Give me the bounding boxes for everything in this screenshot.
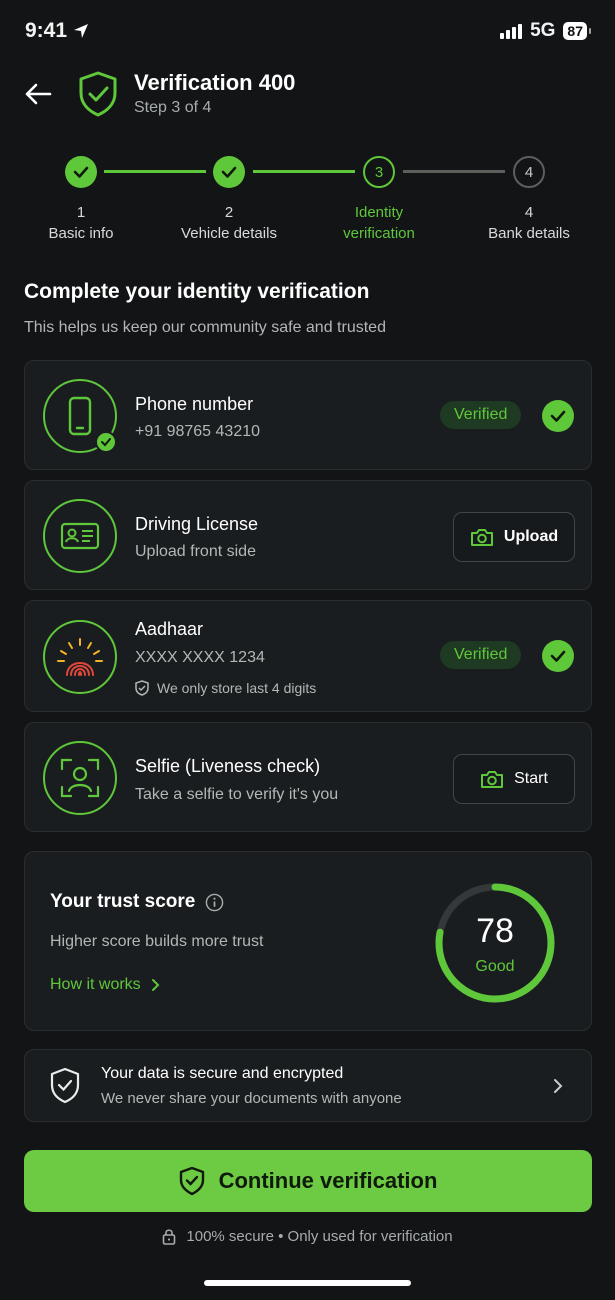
continue-verification-button[interactable]: Continue verification — [24, 1150, 592, 1212]
upload-button-label: Upload — [503, 528, 559, 545]
phone-title: Phone number — [135, 394, 254, 414]
status-time: 9:41 — [25, 19, 89, 43]
license-title: Driving License — [135, 514, 259, 534]
step-1-indicator — [65, 156, 97, 188]
aadhaar-fingerprint-icon — [43, 620, 117, 694]
phone-check-icon — [542, 400, 574, 432]
location-arrow-icon — [74, 24, 89, 38]
trust-score-value: 78 — [476, 912, 514, 950]
start-selfie-button[interactable]: Start — [453, 754, 575, 804]
security-info-row[interactable]: Your data is secure and encrypted We nev… — [24, 1049, 592, 1122]
selfie-verification-card[interactable]: Selfie (Liveness check) Take a selfie to… — [24, 722, 592, 832]
step-4-number: 4 — [524, 204, 534, 221]
license-verification-card[interactable]: Driving License Upload front side Upload — [24, 480, 592, 590]
aadhaar-verified-badge: Verified — [440, 641, 522, 669]
selfie-subtitle: Take a selfie to verify it's you — [135, 786, 339, 803]
arrow-left-icon — [25, 83, 52, 105]
phone-value: +91 98765 43210 — [135, 423, 261, 440]
phone-verified-mini-icon — [95, 431, 117, 453]
home-indicator — [204, 1280, 411, 1286]
trust-score-gauge: 78 Good — [434, 882, 556, 1004]
footer-text: 100% secure • Only used for verification — [186, 1228, 453, 1245]
trust-score-heading: Your trust score — [50, 891, 224, 913]
check-icon — [221, 166, 237, 178]
step-3-text: Identity verification — [343, 204, 415, 242]
status-time-text: 9:41 — [25, 19, 68, 42]
section-subtitle: This helps us keep our community safe an… — [24, 319, 386, 336]
aadhaar-note-text: We only store last 4 digits — [157, 680, 317, 696]
aadhaar-value: XXXX XXXX 1234 — [135, 649, 265, 666]
aadhaar-check-icon — [542, 640, 574, 672]
shield-check-icon — [49, 1067, 81, 1110]
signal-icon — [500, 23, 523, 39]
step-2-indicator — [213, 156, 245, 188]
camera-icon — [470, 529, 493, 546]
selfie-title: Selfie (Liveness check) — [135, 756, 321, 776]
license-subtitle: Upload front side — [135, 543, 256, 560]
back-button[interactable] — [22, 80, 54, 108]
how-it-works-link[interactable]: How it works — [50, 976, 160, 994]
upload-button[interactable]: Upload — [453, 512, 575, 562]
network-label: 5G — [530, 20, 556, 41]
step-4-indicator: 4 — [513, 156, 545, 188]
step-4-text: Bank details — [488, 225, 570, 242]
step-2-number: 2 — [224, 204, 234, 221]
chevron-right-icon — [151, 979, 160, 991]
continue-button-label: Continue verification — [218, 1168, 438, 1193]
info-icon[interactable] — [205, 893, 224, 912]
lock-icon — [163, 1229, 176, 1245]
shield-check-icon — [135, 680, 149, 696]
chevron-right-icon — [553, 1078, 563, 1099]
step-1-label: 1 Basic info — [11, 202, 151, 244]
security-subtitle: We never share your documents with anyon… — [101, 1090, 402, 1107]
phone-verified-badge: Verified — [440, 401, 522, 429]
trust-score-card: Your trust score Higher score builds mor… — [24, 851, 592, 1031]
page-title: Verification 400 — [134, 70, 296, 95]
camera-icon — [481, 771, 504, 788]
status-indicators: 5G 87 — [500, 20, 591, 42]
id-card-icon — [43, 499, 117, 573]
step-1-number: 1 — [76, 204, 86, 221]
trust-score-label: Good — [475, 958, 515, 975]
battery-icon: 87 — [563, 22, 591, 40]
aadhaar-title: Aadhaar — [135, 619, 204, 639]
trust-score-title: Your trust score — [50, 891, 196, 912]
aadhaar-verification-card[interactable]: Aadhaar XXXX XXXX 1234 We only store las… — [24, 600, 592, 712]
step-4-label: 4 Bank details — [459, 202, 599, 244]
page-subtitle: Step 3 of 4 — [134, 99, 212, 116]
security-title: Your data is secure and encrypted — [101, 1065, 344, 1082]
step-3-label: Identity verification — [309, 202, 449, 244]
start-button-label: Start — [514, 770, 548, 787]
step-1-text: Basic info — [48, 225, 114, 242]
step-3-indicator: 3 — [363, 156, 395, 188]
how-it-works-label: How it works — [50, 976, 141, 993]
face-scan-icon — [43, 741, 117, 815]
phone-verification-card[interactable]: Phone number +91 98765 43210 Verified — [24, 360, 592, 470]
step-connector-2 — [253, 170, 355, 173]
security-footer: 100% secure • Only used for verification — [0, 1228, 615, 1245]
step-2-text: Vehicle details — [181, 225, 277, 242]
step-2-label: 2 Vehicle details — [159, 202, 299, 244]
section-title: Complete your identity verification — [24, 280, 370, 303]
step-connector-1 — [104, 170, 206, 173]
trust-score-subtitle: Higher score builds more trust — [50, 933, 264, 950]
shield-check-icon — [179, 1166, 204, 1196]
aadhaar-note: We only store last 4 digits — [135, 680, 316, 696]
shield-check-icon — [78, 71, 118, 122]
check-icon — [73, 166, 89, 178]
step-connector-3 — [403, 170, 505, 173]
